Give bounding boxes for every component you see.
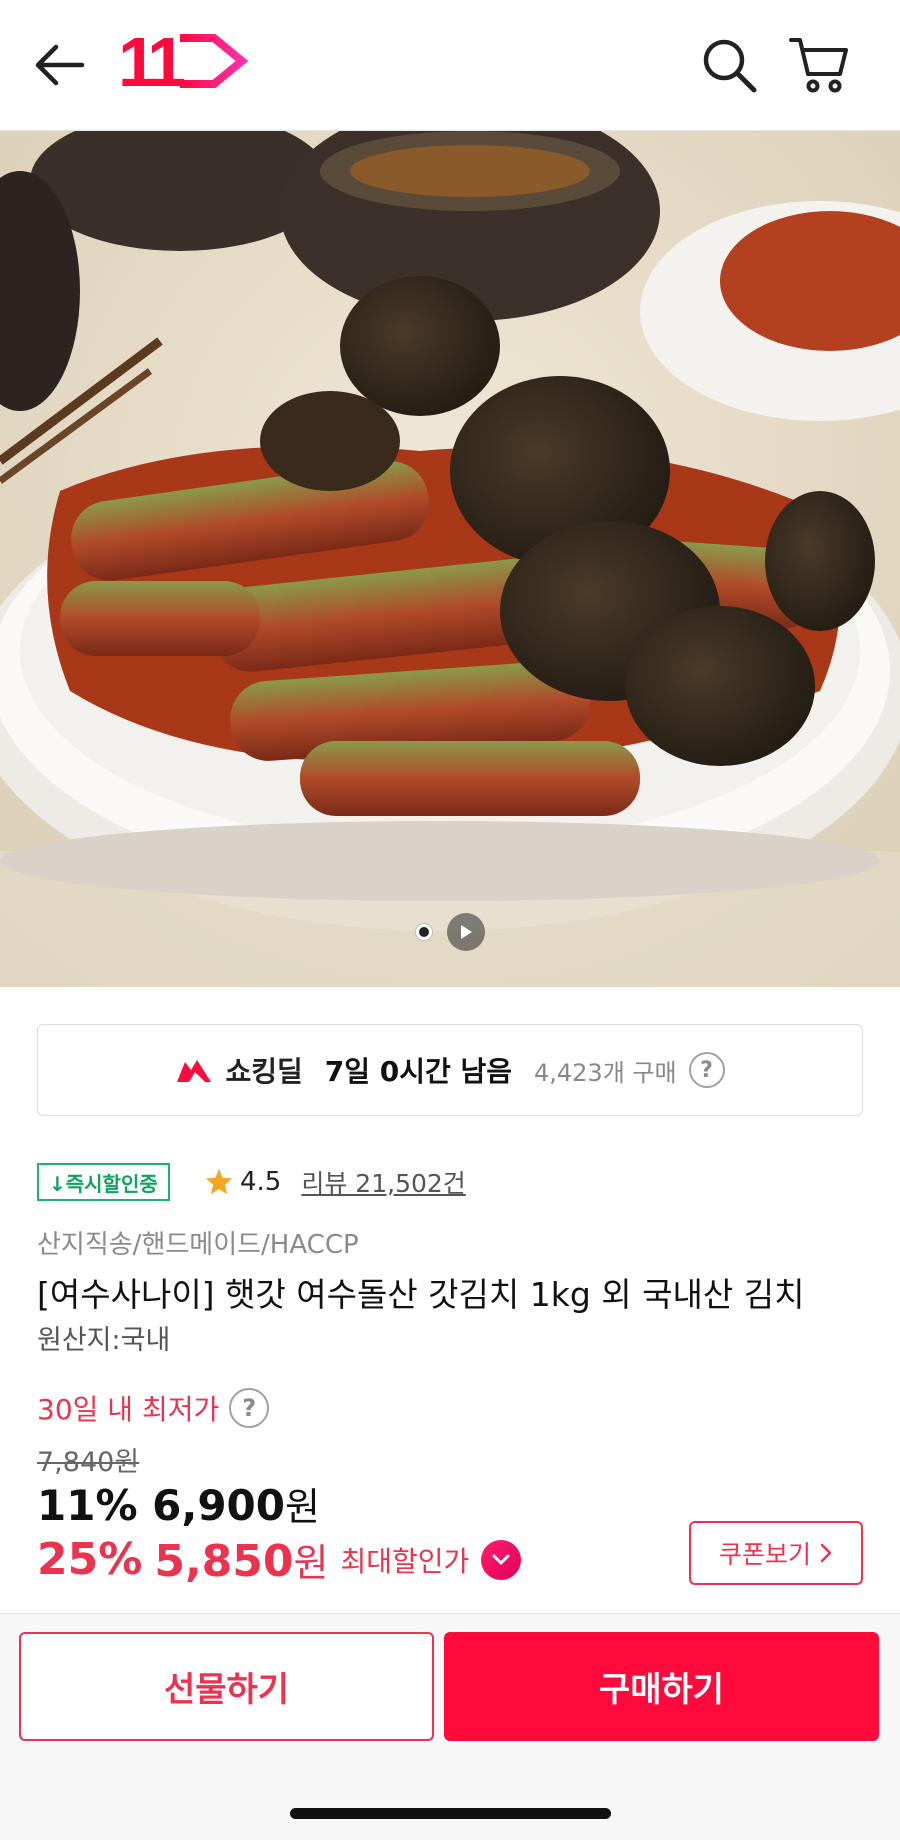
rating-summary: 4.5 리뷰 21,502건 bbox=[204, 1163, 466, 1201]
coupon-label: 쿠폰보기 bbox=[718, 1540, 811, 1569]
logo-arrow-icon bbox=[180, 34, 248, 88]
view-coupon-button[interactable]: 쿠폰보기 bbox=[689, 1521, 863, 1585]
discount-rate-2: 25% bbox=[37, 1534, 143, 1585]
search-icon[interactable] bbox=[700, 36, 760, 96]
deal-help-icon[interactable]: ? bbox=[688, 1052, 725, 1088]
instant-discount-badge: ↓즉시할인중 bbox=[37, 1163, 170, 1201]
review-link[interactable]: 리뷰 21,502건 bbox=[301, 1164, 465, 1200]
lowest-price-help-icon[interactable]: ? bbox=[229, 1388, 270, 1428]
rating-value: 4.5 bbox=[240, 1167, 282, 1197]
lowest-price-label: 30일 내 최저가 ? bbox=[37, 1388, 270, 1428]
shocking-deal-icon bbox=[177, 1060, 212, 1082]
product-photo bbox=[0, 131, 900, 987]
product-title: [여수사나이] 햇갓 여수돌산 갓김치 1kg 외 국내산 김치 bbox=[37, 1275, 805, 1314]
product-origin: 원산지:국내 bbox=[37, 1325, 171, 1356]
purchase-count: 4,423개 구매 bbox=[533, 1058, 677, 1087]
product-tags: 산지직송/핸드메이드/HACCP bbox=[37, 1230, 359, 1260]
max-discount-price: 25% 5,850원 최대할인가 bbox=[37, 1532, 522, 1587]
won-unit: 원 bbox=[285, 1485, 320, 1529]
star-icon bbox=[205, 1168, 233, 1195]
discount-price-1: 11% 6,900원 bbox=[37, 1476, 320, 1531]
top-navigation-bar: 11 bbox=[0, 0, 900, 131]
lowest-price-text: 30일 내 최저가 bbox=[37, 1393, 220, 1426]
play-video-icon[interactable] bbox=[447, 913, 485, 951]
discount-amount-2: 5,850 bbox=[154, 1536, 294, 1587]
product-image-gallery[interactable] bbox=[0, 131, 900, 987]
page-dot-active[interactable] bbox=[415, 923, 433, 941]
discount-rate-1: 11% bbox=[37, 1481, 138, 1530]
won-unit: 원 bbox=[293, 1541, 329, 1585]
gift-button[interactable]: 선물하기 bbox=[19, 1632, 434, 1741]
deal-title: 쇼킹딜 bbox=[225, 1055, 303, 1088]
home-indicator bbox=[290, 1808, 611, 1819]
eleven-street-logo[interactable]: 11 bbox=[118, 23, 253, 101]
deal-time-remaining: 7일 0시간 남음 bbox=[324, 1055, 512, 1088]
arrow-left-icon[interactable] bbox=[30, 40, 88, 90]
shocking-deal-banner[interactable]: 쇼킹딜 7일 0시간 남음 4,423개 구매 ? bbox=[37, 1024, 863, 1116]
cart-icon[interactable] bbox=[788, 34, 850, 96]
buy-button[interactable]: 구매하기 bbox=[444, 1632, 879, 1741]
chevron-right-icon bbox=[820, 1543, 832, 1563]
logo-text: 11 bbox=[118, 23, 186, 101]
gallery-indicator bbox=[0, 912, 900, 952]
original-price: 7,840원 bbox=[37, 1447, 140, 1478]
discount-amount-1: 6,900 bbox=[152, 1481, 286, 1530]
max-discount-label: 최대할인가 bbox=[340, 1544, 470, 1578]
chevron-down-icon[interactable] bbox=[481, 1539, 522, 1580]
